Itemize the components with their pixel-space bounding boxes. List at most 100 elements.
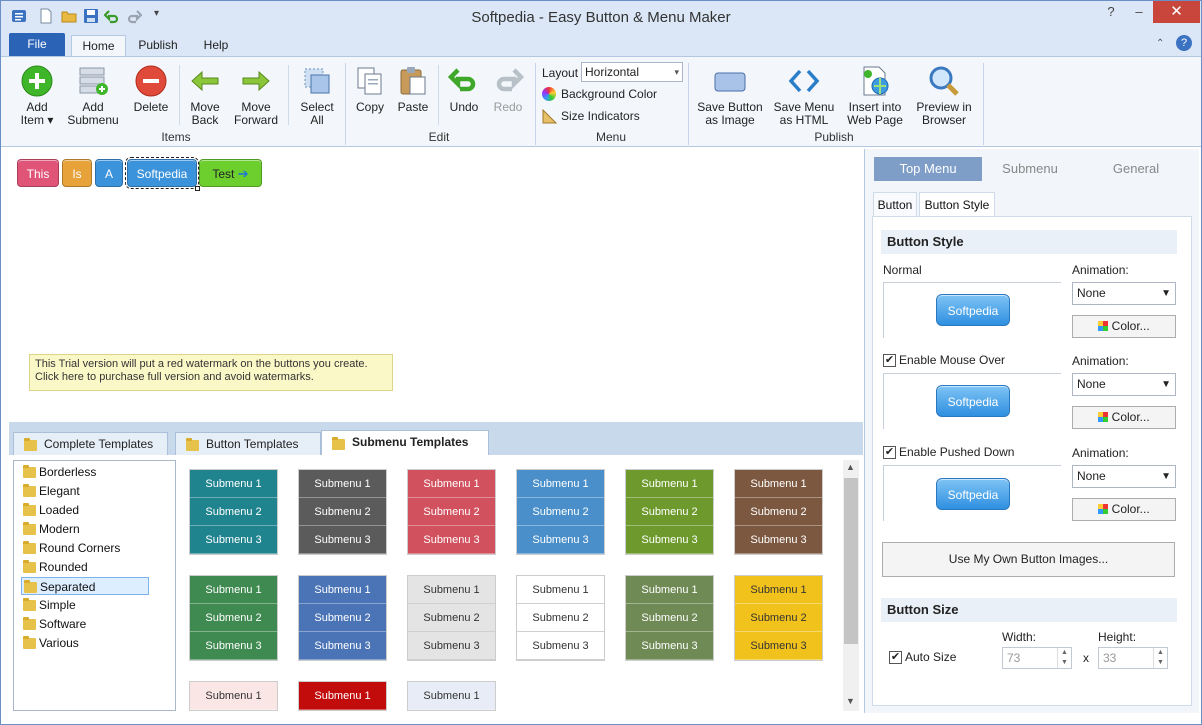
tab-complete-templates[interactable]: Complete Templates [13,432,168,455]
submenu-template-11[interactable]: Submenu 1 Submenu 2 Submenu 3 [625,575,714,661]
animation-select-1[interactable]: None ▼ [1072,282,1176,305]
submenu-template-14[interactable]: Submenu 1 [298,681,387,711]
submenu-template-6[interactable]: Submenu 1 Submenu 2 Submenu 3 [734,469,823,555]
submenu-template-item: Submenu 3 [735,526,822,554]
color-button-1[interactable]: Color... [1072,315,1176,338]
help-circle-icon[interactable]: ? [1176,35,1192,51]
enable-mouse-over-checkbox[interactable]: ✔ [883,354,896,367]
tree-item-simple[interactable]: Simple [21,596,76,614]
add-item-button[interactable]: Add Item ▾ [15,65,59,127]
tree-item-round-corners[interactable]: Round Corners [21,539,120,557]
tab-home[interactable]: Home [71,35,126,56]
submenu-template-10[interactable]: Submenu 1 Submenu 2 Submenu 3 [516,575,605,661]
tree-item-borderless[interactable]: Borderless [21,463,96,481]
tab-general[interactable]: General [1083,157,1189,181]
submenu-template-3[interactable]: Submenu 1 Submenu 2 Submenu 3 [407,469,496,555]
redo-button[interactable]: Redo [489,65,527,114]
add-item-label2: Item ▾ [20,113,54,127]
tree-item-label: Round Corners [39,541,121,555]
size-indicators-button[interactable]: Size Indicators [542,108,640,124]
tab-top-menu[interactable]: Top Menu [874,157,982,181]
move-back-button[interactable]: Move Back [183,65,227,127]
copy-button[interactable]: Copy [351,65,389,114]
tree-item-elegant[interactable]: Elegant [21,482,80,500]
tab-submenu[interactable]: Submenu [982,157,1078,181]
close-icon[interactable]: ✕ [1153,1,1200,23]
background-color-button[interactable]: Background Color [542,87,657,101]
submenu-template-2[interactable]: Submenu 1 Submenu 2 Submenu 3 [298,469,387,555]
tab-submenu-templates[interactable]: Submenu Templates [321,430,489,455]
tab-help[interactable]: Help [192,35,240,56]
submenu-template-9[interactable]: Submenu 1 Submenu 2 Submenu 3 [407,575,496,661]
menu-button-is[interactable]: Is [62,159,92,187]
tab-publish[interactable]: Publish [132,35,184,56]
image-button-icon [714,65,746,97]
tree-item-rounded[interactable]: Rounded [21,558,88,576]
scroll-up-icon[interactable]: ▲ [846,462,855,472]
ribbon: Add Item ▾ Add Submenu Delete Move Back … [1,56,1201,147]
tab-file[interactable]: File [9,33,65,56]
folder-icon [24,438,37,451]
tree-item-software[interactable]: Software [21,615,86,633]
preview-in-browser-button[interactable]: Preview in Browser [914,65,974,127]
menu-button-this[interactable]: This [17,159,59,187]
scroll-down-icon[interactable]: ▼ [846,696,855,706]
subtab-button[interactable]: Button [873,192,917,216]
save-menu-as-html-button[interactable]: Save Menu as HTML [772,65,836,127]
submenu-template-7[interactable]: Submenu 1 Submenu 2 Submenu 3 [189,575,278,661]
tree-item-modern[interactable]: Modern [21,520,80,538]
animation-select-3[interactable]: None ▼ [1072,465,1176,488]
template-scrollbar[interactable]: ▲ ▼ [843,460,859,711]
menu-button-softpedia[interactable]: Softpedia [125,157,199,189]
tree-item-various[interactable]: Various [21,634,79,652]
layout-select[interactable]: Horizontal ▾ [581,62,683,82]
use-own-button-images-button[interactable]: Use My Own Button Images... [882,542,1175,577]
submenu-template-15[interactable]: Submenu 1 [407,681,496,711]
submenu-template-5[interactable]: Submenu 1 Submenu 2 Submenu 3 [625,469,714,555]
color-button-2[interactable]: Color... [1072,406,1176,429]
enable-pushed-down-checkbox[interactable]: ✔ [883,446,896,459]
title-bar: ▾ Softpedia - Easy Button & Menu Maker ?… [1,1,1201,32]
color-button-3[interactable]: Color... [1072,498,1176,521]
tree-item-separated[interactable]: Separated [21,577,149,595]
submenu-template-12[interactable]: Submenu 1 Submenu 2 Submenu 3 [734,575,823,661]
menu-button-test[interactable]: Test ➔ [199,159,262,187]
submenu-template-item: Submenu 2 [626,498,713,526]
trial-notice[interactable]: This Trial version will put a red waterm… [29,354,393,391]
subtab-button-style[interactable]: Button Style [919,192,995,216]
menu-canvas[interactable]: This Is A Softpedia Test ➔ This Trial ve… [9,149,863,421]
submenu-template-item: Submenu 3 [190,526,277,554]
menu-button-a[interactable]: A [95,159,123,187]
height-input[interactable]: 33 ▲ ▼ [1098,647,1168,669]
animation-select-2[interactable]: None ▼ [1072,373,1176,396]
submenu-template-13[interactable]: Submenu 1 [189,681,278,711]
scrollbar-thumb[interactable] [844,478,858,644]
move-forward-label2: Forward [233,113,278,127]
chevron-down-icon: ▾ [674,67,679,77]
width-input[interactable]: 73 ▲ ▼ [1002,647,1072,669]
submenu-template-1[interactable]: Submenu 1 Submenu 2 Submenu 3 [189,469,278,555]
tab-button-templates[interactable]: Button Templates [175,432,321,455]
insert-into-web-page-button[interactable]: Insert into Web Page [844,65,906,127]
palette-icon [1098,412,1109,422]
web-page-icon [859,65,891,97]
collapse-ribbon-icon[interactable]: ⌃ [1156,38,1164,49]
select-all-button[interactable]: Select All [294,65,340,127]
submenu-template-8[interactable]: Submenu 1 Submenu 2 Submenu 3 [298,575,387,661]
width-spinner[interactable]: ▲ ▼ [1057,648,1071,668]
add-submenu-button[interactable]: Add Submenu [67,65,119,127]
palette-icon [1098,321,1109,331]
move-forward-button[interactable]: Move Forward [233,65,279,127]
resize-handle[interactable] [195,186,200,191]
height-spinner[interactable]: ▲ ▼ [1153,648,1167,668]
undo-button[interactable]: Undo [445,65,483,114]
delete-button[interactable]: Delete [129,65,173,114]
save-button-as-image-button[interactable]: Save Button as Image [696,65,764,127]
submenu-template-item: Submenu 3 [299,632,386,660]
submenu-template-4[interactable]: Submenu 1 Submenu 2 Submenu 3 [516,469,605,555]
tree-item-loaded[interactable]: Loaded [21,501,79,519]
minimize-icon[interactable]: – [1125,1,1153,23]
paste-button[interactable]: Paste [393,65,433,114]
auto-size-checkbox[interactable]: ✔ [889,651,902,664]
help-question-icon[interactable]: ? [1097,1,1125,23]
